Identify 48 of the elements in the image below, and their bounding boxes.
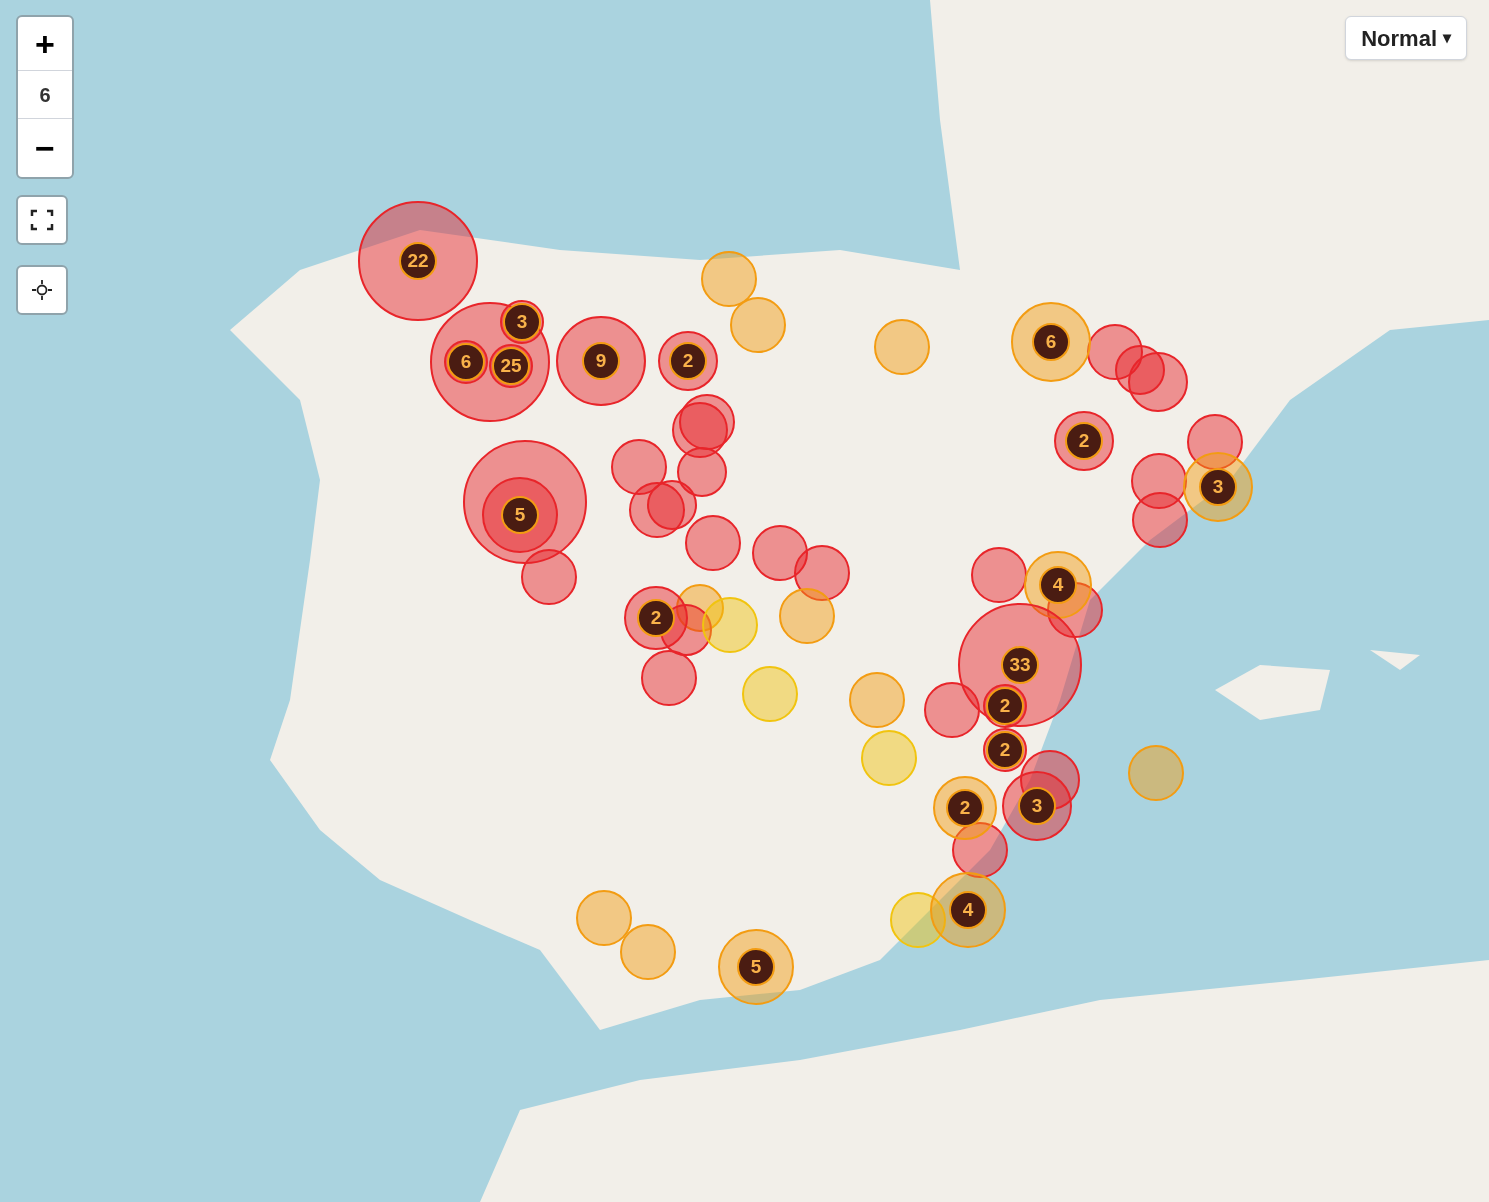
cluster-marker[interactable]: 2 (624, 586, 688, 650)
cluster-marker[interactable]: 3 (1002, 771, 1072, 841)
cluster-marker[interactable]: 2 (1054, 411, 1114, 471)
cluster-marker[interactable] (1087, 324, 1143, 380)
cluster-marker[interactable] (685, 515, 741, 571)
cluster-marker[interactable] (620, 924, 676, 980)
cluster-marker[interactable] (730, 297, 786, 353)
cluster-marker[interactable] (1128, 352, 1188, 412)
cluster-marker[interactable] (849, 672, 905, 728)
caret-icon: ▾ (1443, 26, 1451, 50)
cluster-marker[interactable]: 5 (482, 477, 558, 553)
layer-select[interactable]: Normal ▾ (1345, 16, 1467, 60)
cluster-marker[interactable] (861, 730, 917, 786)
cluster-marker[interactable]: 9 (556, 316, 646, 406)
cluster-marker[interactable] (611, 439, 667, 495)
cluster-marker[interactable] (702, 597, 758, 653)
cluster-marker[interactable] (576, 890, 632, 946)
cluster-marker[interactable] (1132, 492, 1188, 548)
cluster-marker[interactable]: 5 (718, 929, 794, 1005)
cluster-marker[interactable] (779, 588, 835, 644)
zoom-in-button[interactable]: + (18, 17, 72, 71)
fullscreen-button[interactable] (16, 195, 68, 245)
cluster-marker[interactable]: 6 (1011, 302, 1091, 382)
cluster-count: 3 (1018, 787, 1056, 825)
cluster-marker[interactable] (701, 251, 757, 307)
cluster-marker[interactable] (647, 480, 697, 530)
cluster-marker[interactable]: 3 (1183, 452, 1253, 522)
cluster-marker[interactable]: 2 (933, 776, 997, 840)
cluster-marker[interactable] (924, 682, 980, 738)
cluster-marker[interactable] (677, 447, 727, 497)
cluster-marker[interactable] (752, 525, 808, 581)
cluster-marker[interactable]: 4 (930, 872, 1006, 948)
cluster-marker[interactable] (1128, 745, 1184, 801)
cluster-marker[interactable]: 4 (1024, 551, 1092, 619)
locate-button[interactable] (16, 265, 68, 315)
cluster-marker[interactable] (521, 549, 577, 605)
cluster-marker[interactable] (794, 545, 850, 601)
zoom-level: 6 (18, 71, 72, 119)
cluster-marker[interactable] (971, 547, 1027, 603)
crosshair-icon (31, 279, 53, 301)
zoom-out-button[interactable]: − (18, 119, 72, 177)
cluster-marker[interactable] (742, 666, 798, 722)
cluster-marker[interactable] (874, 319, 930, 375)
cluster-marker[interactable] (641, 650, 697, 706)
fullscreen-icon (30, 209, 54, 231)
cluster-count: 4 (949, 891, 987, 929)
cluster-marker[interactable]: 22 (358, 201, 478, 321)
cluster-marker[interactable]: 2 (658, 331, 718, 391)
